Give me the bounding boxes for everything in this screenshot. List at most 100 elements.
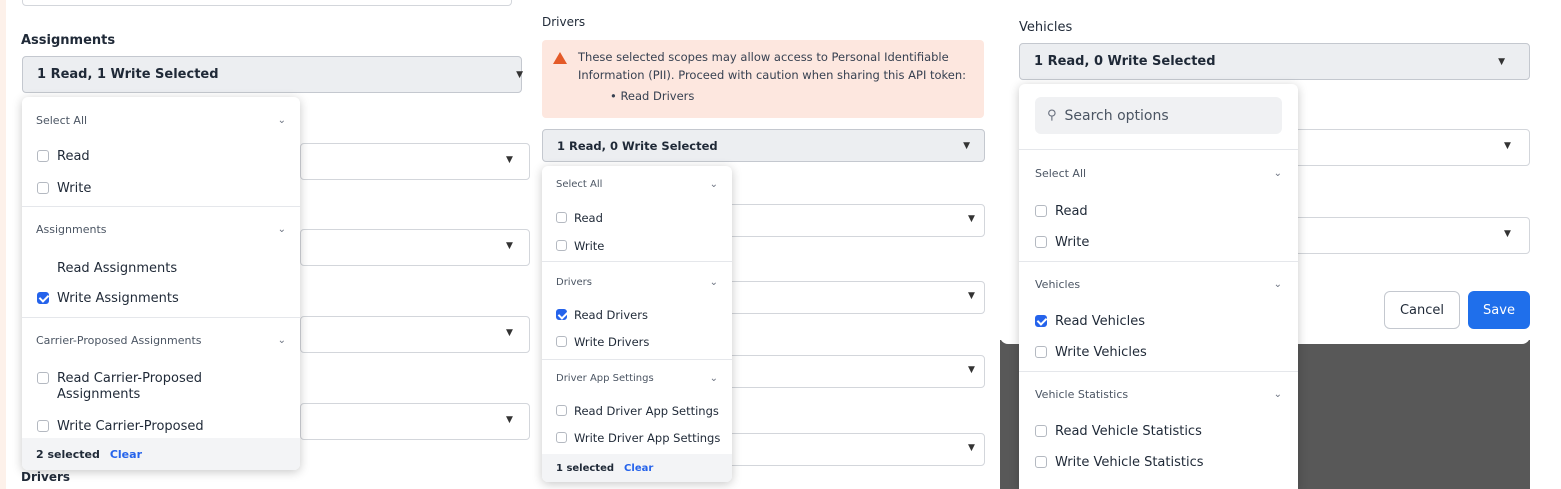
background-select[interactable] (300, 143, 530, 180)
caret-down-icon: ▼ (968, 443, 975, 453)
checkbox[interactable] (556, 405, 567, 416)
select-value: 1 Read, 1 Write Selected (37, 67, 219, 82)
checkbox[interactable] (556, 212, 567, 223)
divider (22, 317, 300, 318)
chevron-down-icon: ⌄ (709, 372, 718, 384)
background-select[interactable] (1270, 129, 1530, 166)
option-write-carrier-proposed[interactable]: Write Carrier-Proposed (37, 419, 204, 434)
caret-down-icon: ▼ (1504, 229, 1511, 239)
selected-count: 1 selected (556, 462, 615, 474)
cancel-button[interactable]: Cancel (1384, 291, 1460, 329)
panel-drivers: Drivers These selected scopes may allow … (528, 0, 988, 489)
assignments-scope-select[interactable]: 1 Read, 1 Write Selected ▼ (22, 56, 523, 93)
checkbox[interactable] (556, 240, 567, 251)
vehicles-scope-select[interactable]: 1 Read, 0 Write Selected ▼ (1019, 43, 1530, 80)
group-header-select-all[interactable]: Select All ⌄ (22, 111, 300, 129)
checkbox[interactable] (556, 432, 567, 443)
option-read-vehicle-statistics[interactable]: Read Vehicle Statistics (1035, 424, 1202, 439)
option-write-vehicles[interactable]: Write Vehicles (1035, 345, 1147, 360)
chevron-down-icon: ⌄ (277, 223, 286, 235)
caret-down-icon: ▼ (968, 365, 975, 375)
checkbox[interactable] (1035, 456, 1047, 468)
background-select[interactable] (718, 433, 985, 466)
divider (22, 206, 300, 207)
left-accent-strip (0, 0, 6, 489)
checkbox[interactable] (37, 182, 49, 194)
background-select[interactable] (300, 229, 530, 266)
warning-icon (553, 52, 567, 64)
option-select-all-read[interactable]: Read (37, 149, 90, 164)
chevron-down-icon: ⌄ (277, 114, 286, 126)
checkbox[interactable] (1035, 346, 1047, 358)
group-header-drivers[interactable]: Drivers ⌄ (542, 274, 732, 290)
chevron-down-icon: ⌄ (1273, 167, 1282, 179)
assignments-dropdown-menu: Select All ⌄ Read Write Assignments ⌄ Re… (22, 97, 300, 470)
option-write-vehicle-statistics[interactable]: Write Vehicle Statistics (1035, 455, 1204, 470)
clear-link[interactable]: Clear (624, 463, 653, 474)
checkbox[interactable] (556, 336, 567, 347)
select-value: 1 Read, 0 Write Selected (1034, 54, 1216, 69)
option-select-all-write[interactable]: Write (1035, 235, 1089, 250)
group-header-select-all[interactable]: Select All ⌄ (1019, 164, 1298, 182)
caret-down-icon: ▼ (506, 415, 513, 425)
section-label-vehicles: Vehicles (1019, 20, 1073, 35)
caret-down-icon: ▼ (506, 155, 513, 165)
drivers-scope-select[interactable]: 1 Read, 0 Write Selected ▼ (542, 129, 985, 162)
pii-warning-text: These selected scopes may allow access t… (578, 50, 967, 82)
selected-count: 2 selected (36, 447, 100, 461)
search-options-input[interactable]: ⚲ Search options (1035, 97, 1282, 134)
option-read-assignments[interactable]: Read Assignments (57, 261, 177, 276)
caret-down-icon: ▼ (1504, 141, 1511, 151)
panel-assignments: Assignments 1 Read, 1 Write Selected ▼ ▼… (0, 0, 530, 489)
option-read-carrier-proposed[interactable]: Read Carrier-Proposed Assignments (37, 371, 237, 403)
chevron-down-icon: ⌄ (1273, 278, 1282, 290)
option-write-driver-app-settings[interactable]: Write Driver App Settings (556, 431, 720, 445)
option-read-vehicles[interactable]: Read Vehicles (1035, 314, 1145, 329)
option-read-driver-app-settings[interactable]: Read Driver App Settings (556, 404, 719, 418)
checkbox[interactable] (37, 150, 49, 162)
option-select-all-read[interactable]: Read (556, 211, 603, 225)
group-header-select-all[interactable]: Select All ⌄ (542, 176, 732, 192)
section-label-assignments: Assignments (21, 33, 116, 48)
divider (542, 261, 732, 262)
group-header-driver-app-settings[interactable]: Driver App Settings ⌄ (542, 370, 732, 386)
checkbox[interactable] (1035, 205, 1047, 217)
option-write-drivers[interactable]: Write Drivers (556, 335, 649, 349)
group-header-carrier-proposed[interactable]: Carrier-Proposed Assignments ⌄ (22, 331, 300, 349)
caret-down-icon: ▼ (516, 69, 523, 80)
background-select[interactable] (300, 403, 530, 440)
checkbox-checked[interactable] (1035, 315, 1047, 327)
caret-down-icon: ▼ (963, 140, 970, 151)
background-select[interactable] (718, 204, 985, 237)
divider (1019, 371, 1298, 372)
section-label-drivers: Drivers (542, 15, 586, 29)
option-select-all-write[interactable]: Write (37, 181, 91, 196)
checkbox[interactable] (37, 372, 49, 384)
background-select[interactable] (718, 355, 985, 388)
background-select[interactable] (300, 316, 530, 353)
option-read-drivers[interactable]: Read Drivers (556, 308, 648, 322)
section-label-drivers: Drivers (21, 470, 71, 484)
option-write-assignments[interactable]: Write Assignments (37, 291, 179, 306)
bullet-icon: • (610, 89, 621, 103)
divider (1019, 261, 1298, 262)
checkbox-checked[interactable] (37, 292, 49, 304)
checkbox[interactable] (37, 420, 49, 432)
divider (542, 359, 732, 360)
group-header-assignments[interactable]: Assignments ⌄ (22, 220, 300, 238)
group-header-vehicle-statistics[interactable]: Vehicle Statistics ⌄ (1019, 385, 1298, 403)
option-select-all-read[interactable]: Read (1035, 204, 1088, 219)
vehicles-dropdown-menu: ⚲ Search options Select All ⌄ Read Write… (1019, 84, 1298, 489)
dropdown-footer: 2 selected Clear (22, 438, 300, 470)
group-header-vehicles[interactable]: Vehicles ⌄ (1019, 275, 1298, 293)
option-select-all-write[interactable]: Write (556, 239, 604, 253)
checkbox[interactable] (1035, 425, 1047, 437)
background-select[interactable] (718, 281, 985, 314)
chevron-down-icon: ⌄ (277, 334, 286, 346)
clear-link[interactable]: Clear (110, 448, 142, 461)
pii-warning-banner: These selected scopes may allow access t… (542, 40, 984, 118)
background-select[interactable] (1270, 217, 1530, 254)
checkbox[interactable] (1035, 236, 1047, 248)
save-button[interactable]: Save (1468, 291, 1530, 329)
checkbox-checked[interactable] (556, 309, 567, 320)
